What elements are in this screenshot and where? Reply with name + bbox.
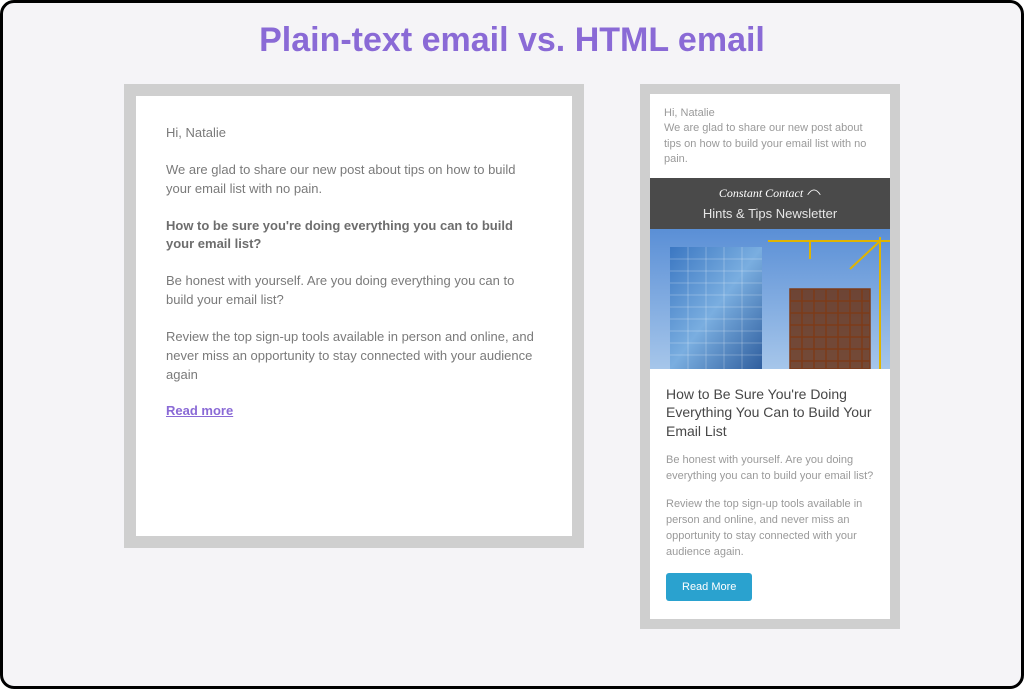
html-greeting: Hi, Natalie [664,106,876,121]
html-article-body: How to Be Sure You're Doing Everything Y… [650,369,890,619]
plain-text-email-body: Hi, Natalie We are glad to share our new… [136,96,572,536]
html-para2: Review the top sign-up tools available i… [666,497,874,561]
plain-para1: Be honest with yourself. Are you doing e… [166,272,542,310]
read-more-button[interactable]: Read More [666,573,752,601]
plain-read-more-link[interactable]: Read more [166,403,233,418]
brand-swoosh-icon [807,186,821,201]
html-article-title: How to Be Sure You're Doing Everything Y… [666,385,874,442]
plain-greeting: Hi, Natalie [166,124,542,143]
html-intro-text: We are glad to share our new post about … [664,121,876,167]
page-title: Plain-text email vs. HTML email [37,21,987,60]
html-intro-block: Hi, Natalie We are glad to share our new… [650,94,890,178]
html-email-body: Hi, Natalie We are glad to share our new… [650,94,890,619]
comparison-frame: Plain-text email vs. HTML email Hi, Nata… [0,0,1024,689]
plain-para2: Review the top sign-up tools available i… [166,328,542,385]
plain-text-email-card: Hi, Natalie We are glad to share our new… [124,84,584,548]
html-para1: Be honest with yourself. Are you doing e… [666,453,874,485]
brand-name: Constant Contact [719,186,821,201]
brand-text: Constant Contact [719,186,803,201]
html-email-card: Hi, Natalie We are glad to share our new… [640,84,900,629]
columns-wrapper: Hi, Natalie We are glad to share our new… [37,84,987,629]
hero-image [650,229,890,369]
newsletter-title: Hints & Tips Newsletter [654,206,886,221]
plain-heading: How to be sure you're doing everything y… [166,217,542,255]
html-header-bar: Constant Contact Hints & Tips Newsletter [650,178,890,229]
plain-intro: We are glad to share our new post about … [166,161,542,199]
